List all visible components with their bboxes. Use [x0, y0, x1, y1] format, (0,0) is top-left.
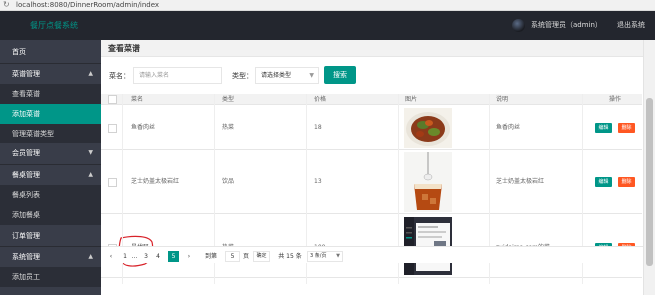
dish-type: 饮品: [222, 178, 235, 185]
pagination: ‹ 1 ... 3 4 5 › 到第 5 页 确定 共 15 条 3 条/页 ▼: [101, 246, 643, 263]
page-3[interactable]: 3: [142, 251, 150, 262]
page-current[interactable]: 5: [168, 251, 179, 262]
type-select[interactable]: 请选择类型 ▼: [255, 67, 319, 84]
top-header: 餐厅点餐系统 系统管理员（admin） 退出系统: [0, 11, 655, 40]
dish-desc: 芝士奶盖太极岩红: [496, 178, 545, 185]
chevron-up-icon: ▲: [88, 70, 93, 77]
reload-icon[interactable]: ↻: [3, 0, 10, 10]
sidebar-item-home[interactable]: 首页: [0, 42, 101, 62]
type-select-value: 请选择类型: [261, 72, 292, 79]
logout-link[interactable]: 退出系统: [617, 20, 645, 31]
user-name[interactable]: 系统管理员（admin）: [531, 20, 602, 31]
delete-button[interactable]: 删除: [618, 177, 635, 187]
sidebar-item-add-menu[interactable]: 添加菜谱: [0, 104, 101, 124]
sidebar-item-system-management[interactable]: 系统管理 ▲: [0, 247, 101, 267]
table-header: 菜名 类型 价格 图片 说明 操作: [101, 94, 642, 105]
sidebar-item-menu-types[interactable]: 管理菜谱类型: [0, 124, 101, 144]
goto-page-input[interactable]: 5: [225, 251, 240, 262]
chevron-up-icon: ▲: [88, 253, 93, 260]
sidebar-item-view-menu[interactable]: 查看菜谱: [0, 84, 101, 104]
goto-label: 到第: [204, 253, 217, 260]
delete-button[interactable]: 删除: [618, 123, 635, 133]
edit-button[interactable]: 编辑: [595, 123, 612, 133]
page-1[interactable]: 1: [121, 251, 129, 262]
next-page-icon[interactable]: ›: [185, 251, 193, 262]
sidebar: 首页 菜谱管理 ▲ 查看菜谱 添加菜谱 管理菜谱类型 会员管理 ▼ 餐桌管理 ▲ 餐桌…: [0, 40, 101, 295]
column-header-actions: 操作: [609, 96, 622, 103]
scrollbar[interactable]: [643, 40, 655, 295]
table-row: 鱼香肉丝 热菜 18 鱼香肉丝 编辑 删除: [101, 106, 642, 150]
sidebar-item-add-table[interactable]: 添加餐桌: [0, 205, 101, 225]
sidebar-item-order-management[interactable]: 订单管理: [0, 226, 101, 246]
dish-name: 鱼香肉丝: [131, 124, 156, 131]
sidebar-item-add-staff[interactable]: 添加员工: [0, 267, 101, 287]
prev-page-icon[interactable]: ‹: [107, 251, 115, 262]
dish-type: 热菜: [222, 124, 235, 131]
name-search-input[interactable]: 请输入菜名: [133, 67, 222, 84]
chevron-down-icon: ▼: [336, 253, 340, 259]
sidebar-item-member-management[interactable]: 会员管理 ▼: [0, 143, 101, 163]
dish-desc: 鱼香肉丝: [496, 124, 521, 131]
search-button[interactable]: 搜索: [324, 66, 356, 84]
app-logo[interactable]: 餐厅点餐系统: [30, 20, 78, 31]
column-header-type: 类型: [222, 96, 235, 103]
column-header-desc: 说明: [496, 96, 509, 103]
chevron-up-icon: ▲: [88, 171, 93, 178]
column-header-name: 菜名: [131, 96, 144, 103]
column-header-price: 价格: [314, 96, 327, 103]
table-row: 芝士奶盖太极岩红 饮品 13 芝士奶盖太极岩红 编辑 删除: [101, 150, 642, 214]
sidebar-item-table-list[interactable]: 餐桌列表: [0, 185, 101, 205]
chevron-down-icon: ▼: [88, 149, 93, 156]
avatar[interactable]: [512, 19, 525, 32]
page-unit: 页: [242, 253, 249, 260]
page-size-select[interactable]: 3 条/页 ▼: [307, 251, 343, 262]
total-count: 共 15 条: [278, 253, 302, 260]
row-checkbox[interactable]: [108, 124, 117, 133]
dish-image: [404, 152, 452, 212]
dish-price: 18: [314, 124, 322, 131]
browser-url-bar[interactable]: ↻ localhost:8080/DinnerRoom/admin/index: [0, 0, 655, 11]
sidebar-item-menu-management[interactable]: 菜谱管理 ▲: [0, 64, 101, 84]
edit-button[interactable]: 编辑: [595, 177, 612, 187]
type-label: 类型：: [232, 72, 253, 80]
row-checkbox[interactable]: [108, 178, 117, 187]
select-all-checkbox[interactable]: [108, 95, 117, 104]
dish-image: [404, 108, 452, 148]
dish-price: 13: [314, 178, 322, 185]
page-title: 查看菜谱: [101, 40, 643, 57]
goto-confirm-button[interactable]: 确定: [253, 251, 270, 262]
page-ellipsis: ...: [131, 253, 138, 260]
main-content: 查看菜谱 菜名： 请输入菜名 类型： 请选择类型 ▼ 搜索 菜名 类型 价格 图…: [101, 40, 643, 295]
sidebar-item-table-management[interactable]: 餐桌管理 ▲: [0, 165, 101, 185]
name-label: 菜名：: [109, 72, 130, 80]
chevron-down-icon: ▼: [309, 72, 314, 79]
scrollbar-thumb[interactable]: [646, 98, 653, 266]
url-text[interactable]: localhost:8080/DinnerRoom/admin/index: [16, 0, 159, 10]
column-header-image: 图片: [405, 96, 418, 103]
dish-name: 芝士奶盖太极岩红: [131, 178, 180, 185]
page-4[interactable]: 4: [154, 251, 162, 262]
